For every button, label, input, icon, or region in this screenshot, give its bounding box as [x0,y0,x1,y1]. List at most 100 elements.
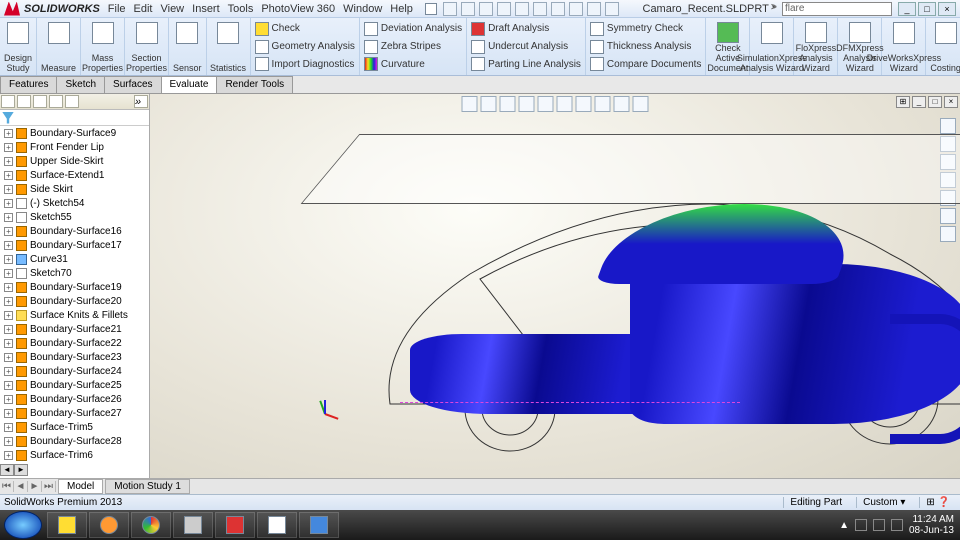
ribbon-compare-documents[interactable]: Compare Documents [590,55,701,73]
tb-explorer[interactable] [47,512,87,538]
tab-sketch[interactable]: Sketch [56,76,105,93]
tree-item[interactable]: +Boundary-Surface9 [0,126,149,140]
tree-item[interactable]: +Surface-Extend1 [0,168,149,182]
doc-minimize[interactable]: _ [912,96,926,108]
tb-chrome[interactable] [131,512,171,538]
tray-flag-icon[interactable] [855,519,867,531]
tree-item[interactable]: +Boundary-Surface27 [0,406,149,420]
tray-clock[interactable]: 11:24 AM08-Jun-13 [909,514,954,536]
appearance-icon[interactable] [595,96,611,112]
ribbon-driveworksxpress[interactable]: DriveWorksXpressWizard [882,18,926,75]
options-icon[interactable] [587,2,601,16]
ribbon-deviation-analysis[interactable]: Deviation Analysis [364,20,462,38]
doc-viewport-icon[interactable]: ⊞ [896,96,910,108]
fm-tab-1[interactable] [1,95,15,108]
tray-volume-icon[interactable] [891,519,903,531]
tree-item[interactable]: +Boundary-Surface21 [0,322,149,336]
tb-paint[interactable] [299,512,339,538]
feature-tree[interactable]: +Boundary-Surface9+Front Fender Lip+Uppe… [0,126,149,464]
tree-item[interactable]: +(-) Sketch54 [0,196,149,210]
tree-item[interactable]: +Boundary-Surface20 [0,294,149,308]
ribbon-measure[interactable]: Measure [37,18,81,75]
ribbon-symmetry-check[interactable]: Symmetry Check [590,20,701,38]
tray-network-icon[interactable] [873,519,885,531]
tab-motion-study[interactable]: Motion Study 1 [105,479,190,494]
tree-item[interactable]: +Sketch70 [0,266,149,280]
tree-item[interactable]: +Front Fender Lip [0,140,149,154]
open-icon[interactable] [461,2,475,16]
fm-tab-4[interactable] [49,95,63,108]
menu-edit[interactable]: Edit [134,3,153,15]
doc-close[interactable]: × [944,96,958,108]
tab-last[interactable]: ⏭ [42,481,56,492]
section-view-icon[interactable] [519,96,535,112]
tab-first[interactable]: ⏮ [0,481,14,492]
prev-view-icon[interactable] [500,96,516,112]
close-button[interactable]: × [938,2,956,16]
tree-item[interactable]: +Boundary-Surface25 [0,378,149,392]
tab-prev[interactable]: ◄ [14,481,28,492]
tab-features[interactable]: Features [0,76,57,93]
tree-item[interactable]: +Upper Side-Skirt [0,154,149,168]
tray-up-icon[interactable]: ▲ [839,520,849,531]
display-style-icon[interactable] [557,96,573,112]
tree-item[interactable]: +Boundary-Surface16 [0,224,149,238]
ribbon-curvature[interactable]: Curvature [364,55,462,73]
fm-tab-2[interactable] [17,95,31,108]
rebuild-icon[interactable] [569,2,583,16]
scene-icon[interactable] [614,96,630,112]
menu-tools[interactable]: Tools [228,3,254,15]
fm-tab-5[interactable] [65,95,79,108]
tree-item[interactable]: +Boundary-Surface17 [0,238,149,252]
maximize-button[interactable]: □ [918,2,936,16]
view-orient-icon[interactable] [538,96,554,112]
fm-collapse[interactable]: » [134,95,148,108]
minimize-button[interactable]: _ [898,2,916,16]
help-icon[interactable] [605,2,619,16]
tree-item[interactable]: +Boundary-Surface24 [0,364,149,378]
menu-window[interactable]: Window [343,3,382,15]
ribbon-section[interactable]: SectionProperties [125,18,169,75]
ribbon-check[interactable]: Check [255,20,355,38]
tree-item[interactable]: +Surface-Trim5 [0,420,149,434]
tb-solidworks[interactable] [215,512,255,538]
tree-item[interactable]: +Surface Knits & Fillets [0,308,149,322]
view-settings-icon[interactable] [633,96,649,112]
ribbon-costing[interactable]: Costing [926,18,960,75]
ribbon-floxpress[interactable]: FloXpressAnalysisWizard [794,18,838,75]
ribbon-draft-analysis[interactable]: Draft Analysis [471,20,581,38]
tb-app2[interactable] [257,512,297,538]
select-icon[interactable] [551,2,565,16]
print-icon[interactable] [497,2,511,16]
tab-next[interactable]: ► [28,481,42,492]
status-icons[interactable]: ⊞ ❓ [919,497,956,508]
ribbon-zebra-stripes[interactable]: Zebra Stripes [364,38,462,56]
menu-view[interactable]: View [160,3,184,15]
ribbon-parting-line-analysis[interactable]: Parting Line Analysis [471,55,581,73]
ribbon-undercut-analysis[interactable]: Undercut Analysis [471,38,581,56]
status-unit[interactable]: Custom ▾ [856,497,911,508]
tab-evaluate[interactable]: Evaluate [161,76,218,93]
ribbon-simulationxpress[interactable]: SimulationXpressAnalysis Wizard [750,18,794,75]
fm-tab-3[interactable] [33,95,47,108]
scroll-right[interactable]: ► [14,464,28,476]
filter-bar[interactable] [0,110,149,126]
redo-icon[interactable] [533,2,547,16]
zoom-area-icon[interactable] [481,96,497,112]
menu-insert[interactable]: Insert [192,3,220,15]
undo-icon[interactable] [515,2,529,16]
system-tray[interactable]: ▲ 11:24 AM08-Jun-13 [839,514,960,536]
doc-restore[interactable]: □ [928,96,942,108]
hide-show-icon[interactable] [576,96,592,112]
new-icon[interactable] [443,2,457,16]
ribbon-thickness-analysis[interactable]: Thickness Analysis [590,38,701,56]
tb-firefox[interactable] [89,512,129,538]
ribbon-geometry-analysis[interactable]: Geometry Analysis [255,38,355,56]
menu-help[interactable]: Help [390,3,413,15]
tree-item[interactable]: +Side Skirt [0,182,149,196]
tree-item[interactable]: +Boundary-Surface28 [0,434,149,448]
tree-item[interactable]: +Boundary-Surface22 [0,336,149,350]
menu-photoview-360[interactable]: PhotoView 360 [261,3,335,15]
viewport[interactable]: ⊞ _ □ × [150,94,960,478]
zoom-fit-icon[interactable] [462,96,478,112]
